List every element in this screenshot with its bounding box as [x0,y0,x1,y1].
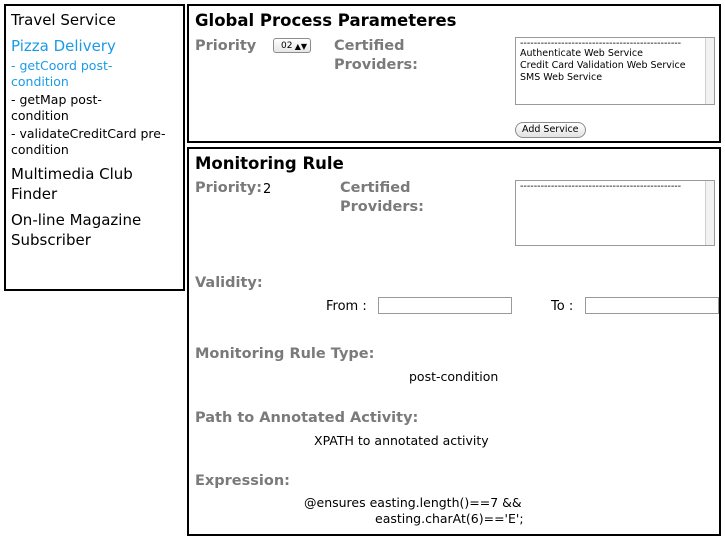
listbox-scrollbar[interactable] [705,38,714,104]
monitor-priority-label: Priority: [195,180,263,196]
monitor-panel-title: Monitoring Rule [195,154,344,173]
sidebar-item-multimedia-club-finder[interactable]: Multimedia Club Finder [11,164,183,204]
sidebar-subitem-validatecreditcard[interactable]: - validateCreditCard pre-condition [11,126,183,158]
monitor-providers-label: Certified Providers: [340,180,424,215]
listbox-scrollbar[interactable] [705,181,714,245]
sidebar-item-pizza-delivery[interactable]: Pizza Delivery [11,36,183,56]
monitor-providers-listbox[interactable]: ----------------------------------------… [515,180,715,246]
add-service-button[interactable]: Add Service [515,122,586,138]
sidebar-item-travel-service[interactable]: Travel Service [11,10,183,30]
global-priority-stepper[interactable]: 02 ▲▼ [273,38,311,53]
listbox-separator: ----------------------------------------… [520,183,682,191]
global-priority-value: 02 [281,41,293,51]
path-label: Path to Annotated Activity: [195,410,419,426]
global-priority-label: Priority [195,38,257,54]
from-label: From : [326,299,367,314]
path-value: XPATH to annotated activity [314,433,489,448]
stepper-arrows-icon[interactable]: ▲▼ [295,39,307,54]
validity-from-input[interactable] [378,297,512,314]
rule-type-label: Monitoring Rule Type: [195,346,375,362]
validity-label: Validity: [195,275,263,291]
sidebar-subitem-getcoord[interactable]: - getCoord post-condition [11,58,183,90]
monitor-priority-value: 2 [263,182,272,197]
monitoring-rule-panel: Monitoring Rule Priority: 2 Certified Pr… [187,147,721,536]
provider-option[interactable]: Authenticate Web Service [520,48,710,60]
expression-line-1: @ensures easting.length()==7 && [304,495,522,510]
rule-type-value: post-condition [409,369,499,384]
sidebar-subitem-getmap[interactable]: - getMap post-condition [11,92,183,124]
validity-to-input[interactable] [585,297,719,314]
expression-label: Expression: [195,473,290,489]
to-label: To : [551,299,574,314]
provider-option[interactable]: SMS Web Service [520,72,710,84]
provider-option[interactable]: Credit Card Validation Web Service [520,60,710,72]
listbox-separator: ----------------------------------------… [520,40,682,48]
global-parameters-panel: Global Process Parameteres Priority 02 ▲… [187,4,721,143]
global-panel-title: Global Process Parameteres [195,11,457,30]
global-providers-listbox[interactable]: ----------------------------------------… [515,37,715,105]
global-providers-label: Certified Providers: [334,38,418,73]
sidebar-item-online-magazine[interactable]: On-line Magazine Subscriber [11,210,183,250]
expression-line-2: easting.charAt(6)=='E'; [375,511,524,526]
process-sidebar: Travel Service Pizza Delivery - getCoord… [4,4,185,291]
